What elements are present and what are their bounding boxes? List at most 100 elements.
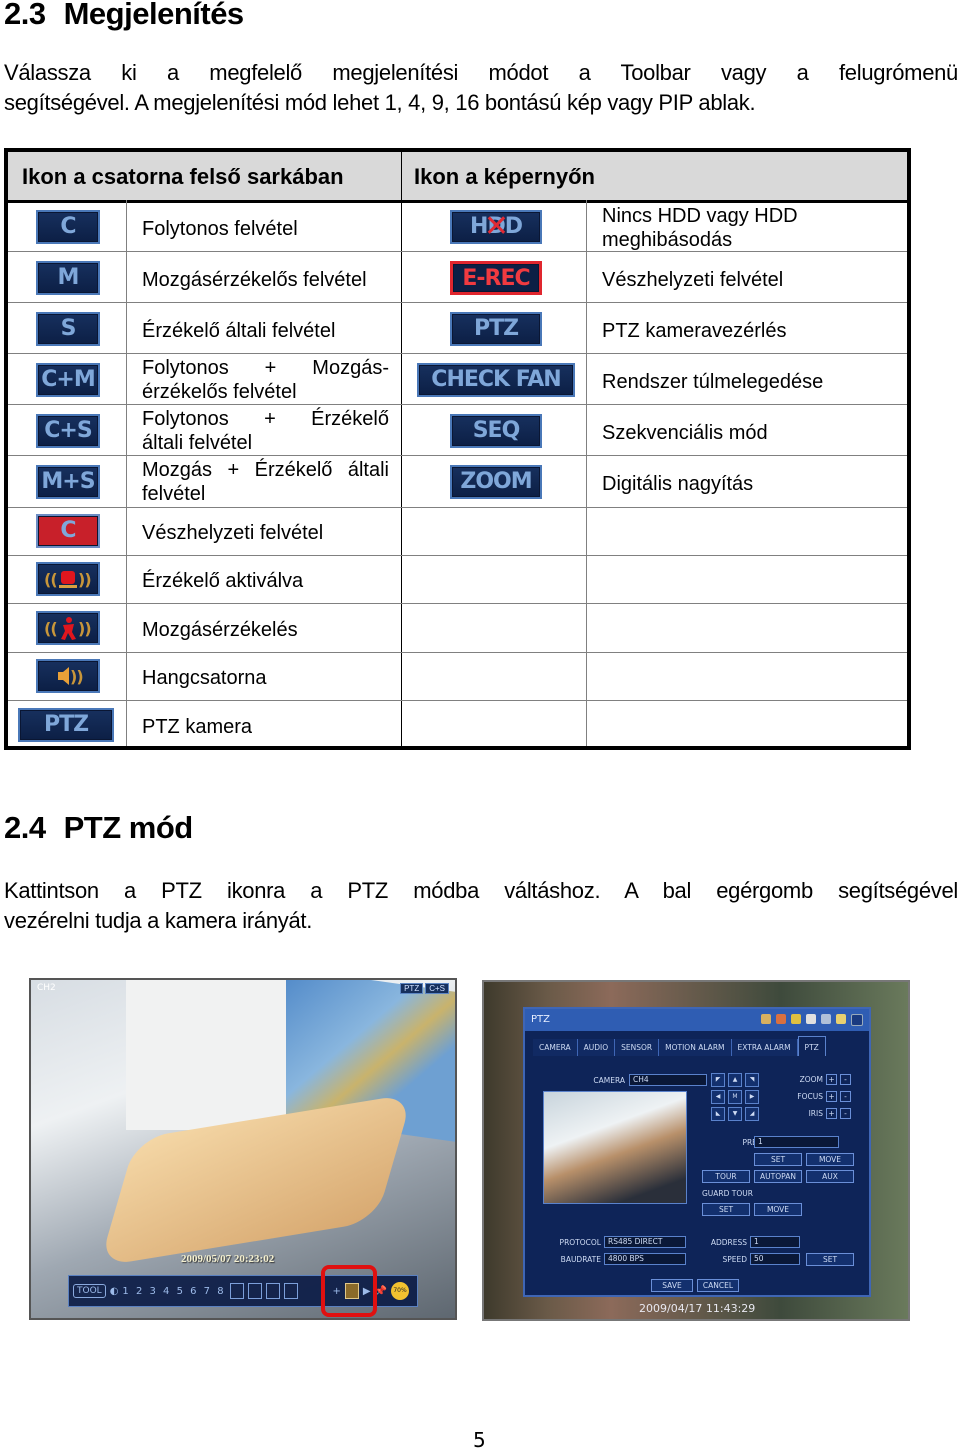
aux-button[interactable]: AUX — [806, 1170, 854, 1183]
table-header: Ikon a csatorna felső sarkában Ikon a ké… — [8, 152, 907, 203]
row-label: Folytonos felvétel — [142, 218, 298, 240]
motion-sensor-icon: M+S — [36, 465, 100, 499]
channel-tags: PTZ C+S — [400, 983, 449, 994]
baudrate-label: BAUDRATE — [560, 1255, 601, 1264]
row-divider — [8, 455, 907, 456]
speed-field[interactable]: 50 — [750, 1253, 800, 1265]
dialog-tabs: CAMERA AUDIO SENSOR MOTION ALARM EXTRA A… — [533, 1036, 826, 1056]
label-line: érzékelős felvétel — [142, 381, 297, 403]
guard-tour-set-button[interactable]: SET — [702, 1203, 750, 1216]
sensor-recording-icon: S — [36, 312, 100, 346]
protocol-select[interactable]: RS485 DIRECT — [604, 1236, 686, 1248]
label-line: Folytonos + Érzékelő — [142, 408, 389, 430]
tab-extra-alarm[interactable]: EXTRA ALARM — [731, 1039, 798, 1056]
ptz-tag: PTZ — [400, 983, 424, 994]
up-left-button[interactable]: ◤ — [711, 1073, 725, 1087]
camera-select[interactable]: CH4 — [629, 1074, 707, 1086]
split-9-button[interactable] — [247, 1283, 262, 1299]
label-line: Mozgás + Érzékelő általi — [142, 459, 389, 481]
speaker-icon: )) — [36, 659, 100, 693]
row-label: PTZ kamera — [142, 716, 253, 738]
column-divider — [126, 200, 127, 746]
network-icon[interactable] — [821, 1014, 831, 1024]
row-label: Digitális nagyítás — [602, 473, 754, 495]
ptz-camera-icon: PTZ — [18, 708, 114, 742]
zoom-minus-button[interactable]: - — [840, 1074, 851, 1085]
address-label: ADDRESS — [710, 1238, 747, 1247]
row-divider — [8, 700, 907, 701]
tab-motion-alarm[interactable]: MOTION ALARM — [659, 1039, 732, 1056]
split-4-button[interactable] — [229, 1283, 244, 1299]
page-number: 5 — [473, 1428, 486, 1452]
row-label: Érzékelő aktiválva — [142, 570, 304, 592]
down-right-button[interactable]: ◢ — [745, 1107, 759, 1121]
sequence-button[interactable] — [283, 1283, 298, 1299]
tab-audio[interactable]: AUDIO — [577, 1039, 616, 1056]
zoom-plus-button[interactable]: + — [826, 1074, 837, 1085]
iris-label: IRIS — [808, 1109, 823, 1118]
baudrate-select[interactable]: 4800 BPS — [604, 1253, 686, 1265]
row-label: Mozgásérzékelés — [142, 619, 298, 641]
channel-label: CH2 — [37, 983, 56, 993]
smile-icon[interactable] — [791, 1014, 801, 1024]
sequence-icon: SEQ — [450, 414, 542, 448]
address-field[interactable]: 1 — [750, 1236, 800, 1248]
up-right-button[interactable]: ◥ — [745, 1073, 759, 1087]
paragraph-line: Válassza ki a megfelelő megjelenítési mó… — [4, 60, 958, 85]
camera-view-screenshot: CH2 PTZ C+S 2009/05/07 20:23:02 TOOL ◐ 1… — [29, 978, 457, 1320]
tool-button[interactable]: TOOL — [73, 1284, 106, 1298]
tab-sensor[interactable]: SENSOR — [615, 1039, 660, 1056]
preset-field[interactable]: 1 — [754, 1136, 839, 1148]
ptz-dialog: PTZ CAMERA AUDIO SENSOR MOTION ALARM EXT… — [523, 1007, 871, 1297]
log-icon[interactable] — [836, 1014, 846, 1024]
guard-tour-label: GUARD TOUR — [702, 1189, 753, 1198]
hdd-icon[interactable] — [761, 1014, 771, 1024]
guard-tour-move-button[interactable]: MOVE — [754, 1203, 802, 1216]
motion-recording-icon: M — [36, 261, 100, 295]
tab-ptz[interactable]: PTZ — [797, 1036, 826, 1056]
emergency-rec-icon: E-REC — [450, 261, 542, 295]
row-label: Folytonos + Érzékelő általi felvétel — [142, 407, 389, 455]
right-button[interactable]: ▶ — [745, 1090, 759, 1104]
ptz-control-icon: PTZ — [450, 312, 542, 346]
pip-button[interactable] — [265, 1283, 280, 1299]
up-button[interactable]: ▲ — [728, 1073, 742, 1087]
continuous-recording-icon: C — [36, 210, 100, 244]
row-label: Érzékelő általi felvétel — [142, 320, 336, 342]
column-divider — [586, 200, 587, 746]
zoom-icon: ZOOM — [450, 465, 542, 499]
cancel-button[interactable]: CANCEL — [697, 1279, 739, 1292]
alarm-icon[interactable] — [776, 1014, 786, 1024]
row-label: Szekvenciális mód — [602, 422, 768, 444]
channel-numbers[interactable]: 1 2 3 4 5 6 7 8 — [122, 1286, 225, 1297]
hdd-error-icon: HDD ✕ — [450, 210, 542, 244]
paragraph-line: segítségével. A megjelenítési mód lehet … — [4, 90, 756, 115]
tab-camera[interactable]: CAMERA — [533, 1039, 578, 1056]
timestamp: 2009/04/17 11:43:29 — [639, 1302, 756, 1315]
down-left-button[interactable]: ◣ — [711, 1107, 725, 1121]
focus-minus-button[interactable]: - — [840, 1091, 851, 1102]
iris-plus-button[interactable]: + — [826, 1108, 837, 1119]
close-icon[interactable] — [851, 1014, 863, 1026]
down-button[interactable]: ▼ — [728, 1107, 742, 1121]
preset-move-button[interactable]: MOVE — [806, 1153, 854, 1166]
section-title: Megjelenítés — [63, 0, 245, 31]
header-screen-icons: Ikon a képernyőn — [414, 164, 595, 189]
info-icon[interactable] — [806, 1014, 816, 1024]
motion-person-icon: (( )) — [36, 611, 100, 645]
focus-plus-button[interactable]: + — [826, 1091, 837, 1102]
label-line: meghibásodás — [602, 229, 733, 251]
paragraph-line: Kattintson a PTZ ikonra a PTZ módba vált… — [4, 878, 958, 903]
center-button[interactable]: M — [728, 1090, 742, 1104]
row-divider — [8, 302, 907, 303]
save-button[interactable]: SAVE — [651, 1279, 693, 1292]
left-button[interactable]: ◀ — [711, 1090, 725, 1104]
autopan-button[interactable]: AUTOPAN — [754, 1170, 802, 1183]
ptz-highlight-box — [321, 1265, 377, 1317]
section-2-4-paragraph: Kattintson a PTZ ikonra a PTZ módba vált… — [4, 876, 958, 936]
iris-minus-button[interactable]: - — [840, 1108, 851, 1119]
speed-set-button[interactable]: SET — [806, 1253, 854, 1266]
preset-set-button[interactable]: SET — [754, 1153, 802, 1166]
tour-button[interactable]: TOUR — [702, 1170, 750, 1183]
emergency-recording-icon: C — [36, 514, 100, 548]
